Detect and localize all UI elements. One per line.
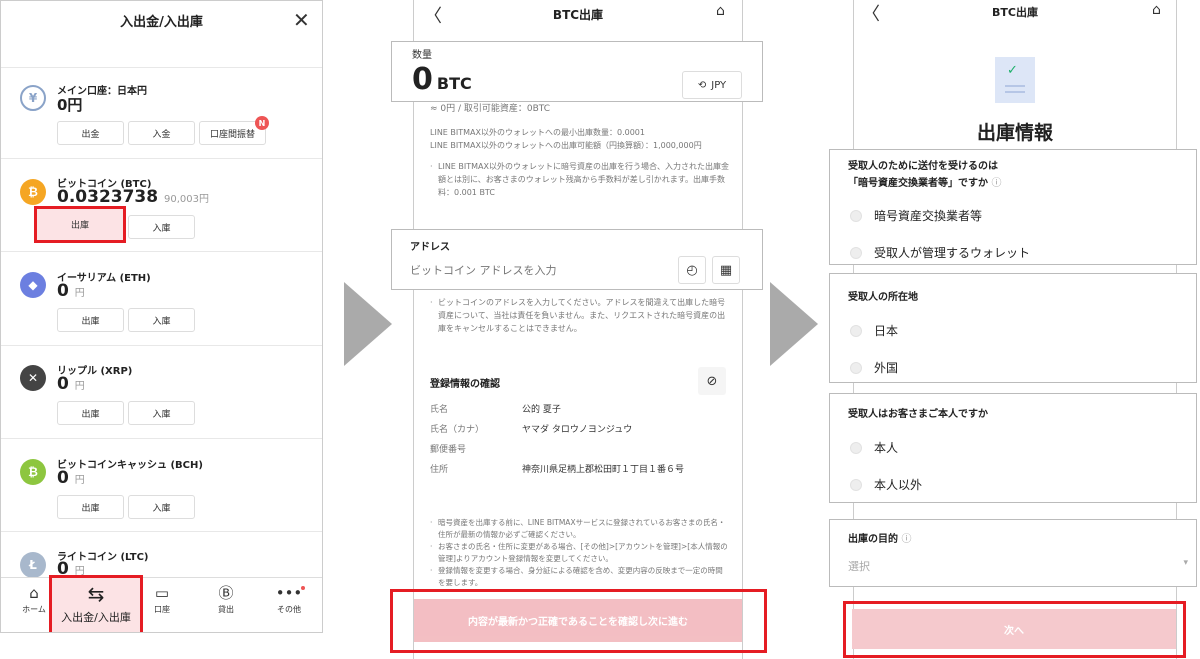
page-title: 入出金/入出庫 — [120, 15, 203, 30]
recipient-self-card: 受取人はお客さまご本人ですか 本人 本人以外 — [829, 393, 1197, 503]
jpy-toggle-button[interactable]: ⟲ JPY — [682, 71, 742, 99]
notes-list: · 暗号資産を出庫する前に、LINE BITMAXサービスに登録されているお客さま… — [430, 517, 730, 589]
step-arrow — [344, 282, 392, 366]
page-title: BTC出庫 — [552, 8, 604, 22]
address-label: アドレス — [410, 242, 450, 253]
history-icon[interactable]: ◴ — [678, 256, 706, 284]
note-item: · お客さまの氏名・住所に変更がある場合、[その他]>[アカウントを管理]>[本人… — [430, 542, 728, 563]
purpose-select[interactable]: 選択 ▾ — [848, 558, 1188, 574]
quantity-card: 数量 0 BTC ⟲ JPY — [391, 41, 763, 102]
asset-amount: 0 円 — [57, 374, 85, 394]
more-icon: ••• — [275, 584, 303, 602]
purpose-card: 出庫の目的 ⓘ 選択 ▾ — [829, 519, 1197, 587]
eye-slash-icon[interactable]: ⊘ — [698, 367, 726, 395]
step-arrow — [770, 282, 818, 366]
withdraw-jpy-button[interactable]: 出金 — [57, 121, 124, 145]
close-icon[interactable]: ✕ — [293, 8, 310, 32]
highlight-box — [390, 589, 767, 653]
recipient-type-card: 受取人のために送付を受けるのは 「暗号資産交換業者等」ですか ⓘ 暗号資産交換業… — [829, 149, 1197, 265]
fee-note: · LINE BITMAX以外のウォレットに暗号資産の出庫を行う場合、入力された出… — [430, 162, 729, 197]
radio-option[interactable]: 本人以外 — [850, 476, 922, 493]
address-note: · ビットコインのアドレスを入力してください。アドレスを間違えて出庫した暗号資産に… — [430, 298, 726, 333]
yen-icon: ¥ — [20, 85, 46, 111]
quantity-input[interactable]: 0 BTC — [412, 64, 472, 100]
bitcoin-cash-icon: ₿ — [20, 459, 46, 485]
bitcoin-icon: ₿ — [20, 179, 46, 205]
reg-value: ヤマダ タロウノヨンジュウ — [522, 425, 633, 435]
divider — [1, 345, 322, 346]
divider — [1, 251, 322, 252]
question-text: 「暗号資産交換業者等」ですか ⓘ — [848, 178, 1002, 189]
wallet-icon: ▭ — [154, 584, 170, 602]
info-icon: ⓘ — [991, 178, 1002, 189]
deposit-bch-button[interactable]: 入庫 — [128, 495, 195, 519]
deposit-btc-button[interactable]: 入庫 — [128, 215, 195, 239]
withdraw-bch-button[interactable]: 出庫 — [57, 495, 124, 519]
purpose-label: 出庫の目的 ⓘ — [848, 534, 912, 545]
deposit-xrp-button[interactable]: 入庫 — [128, 401, 195, 425]
reg-label: 郵便番号 — [430, 445, 467, 455]
divider — [1, 531, 322, 532]
divider — [1, 158, 322, 159]
radio-option[interactable]: 受取人が管理するウォレット — [850, 244, 1030, 261]
qty-label: 数量 — [412, 50, 432, 61]
address-input[interactable] — [410, 264, 660, 277]
reg-value: 公的 夏子 — [522, 405, 561, 415]
question-text: 受取人はお客さまご本人ですか — [848, 409, 988, 420]
asset-amount: 0.0323738 90,003円 — [57, 187, 210, 207]
highlight-box — [34, 206, 126, 243]
chevron-down-icon: ▾ — [1183, 558, 1188, 568]
radio-option[interactable]: 外国 — [850, 359, 898, 376]
new-badge: N — [255, 116, 269, 130]
section-heading: 出庫情報 — [976, 122, 1053, 144]
radio-option[interactable]: 暗号資産交換業者等 — [850, 207, 982, 224]
recipient-location-card: 受取人の所在地 日本 外国 — [829, 273, 1197, 383]
reg-title: 登録情報の確認 — [430, 379, 500, 390]
home-icon[interactable]: ⌂ — [1152, 2, 1161, 18]
deposit-jpy-button[interactable]: 入金 — [128, 121, 195, 145]
qr-code-icon[interactable]: ▦ — [712, 256, 740, 284]
money-bag-icon: Ⓑ — [218, 584, 234, 602]
question-text: 受取人の所在地 — [848, 292, 918, 303]
divider — [1, 438, 322, 439]
qty-notes: ≈ 0円 / 取引可能資産：0BTC LINE BITMAX以外のウォレットへの… — [430, 103, 730, 199]
deposit-eth-button[interactable]: 入庫 — [128, 308, 195, 332]
nav-account[interactable]: ▭ 口座 — [137, 584, 187, 615]
litecoin-icon: Ł — [20, 552, 46, 578]
note-item: · 登録情報を変更する場合、身分証による確認を含め、変更内容の反映まで一定の時間を… — [430, 566, 723, 587]
swap-icon: ⟲ — [697, 79, 707, 91]
available-text: ≈ 0円 / 取引可能資産：0BTC — [430, 104, 551, 114]
address-card: アドレス ◴ ▦ — [391, 229, 763, 290]
highlight-box — [49, 575, 143, 632]
page-title: BTC出庫 — [992, 6, 1038, 19]
transfer-screen: 入出金/入出庫 ✕ ¥ メイン口座：日本円 0円 出金 入金 口座間振替 N ₿… — [0, 0, 323, 633]
ethereum-icon: ◆ — [20, 272, 46, 298]
radio-option[interactable]: 本人 — [850, 439, 898, 456]
reg-value: 神奈川県足柄上郡松田町１丁目１番６号 — [522, 465, 685, 475]
nav-lend[interactable]: Ⓑ 貸出 — [201, 584, 251, 615]
withdraw-eth-button[interactable]: 出庫 — [57, 308, 124, 332]
jpy-amount: 0円 — [57, 96, 83, 114]
ripple-icon: ✕ — [20, 365, 46, 391]
divider — [1, 67, 322, 68]
notification-dot — [301, 586, 305, 590]
question-text: 受取人のために送付を受けるのは — [848, 161, 998, 172]
info-icon: ⓘ — [901, 534, 912, 545]
reg-label: 住所 — [430, 465, 449, 475]
nav-other[interactable]: ••• その他 — [264, 584, 314, 615]
highlight-box — [843, 601, 1186, 658]
home-icon[interactable]: ⌂ — [716, 3, 725, 19]
asset-amount: 0 円 — [57, 281, 85, 301]
withdraw-xrp-button[interactable]: 出庫 — [57, 401, 124, 425]
note-item: · 暗号資産を出庫する前に、LINE BITMAXサービスに登録されているお客さま… — [430, 518, 726, 539]
asset-amount: 0 円 — [57, 468, 85, 488]
max-note: LINE BITMAX以外のウォレットへの出庫可能額（円換算額）：1,000,0… — [430, 141, 702, 150]
min-note: LINE BITMAX以外のウォレットへの最小出庫数量：0.0001 — [430, 128, 645, 137]
reg-label: 氏名 — [430, 405, 449, 415]
radio-option[interactable]: 日本 — [850, 322, 898, 339]
reg-label: 氏名（カナ） — [430, 425, 485, 435]
document-check-icon: ✓ — [995, 57, 1035, 103]
